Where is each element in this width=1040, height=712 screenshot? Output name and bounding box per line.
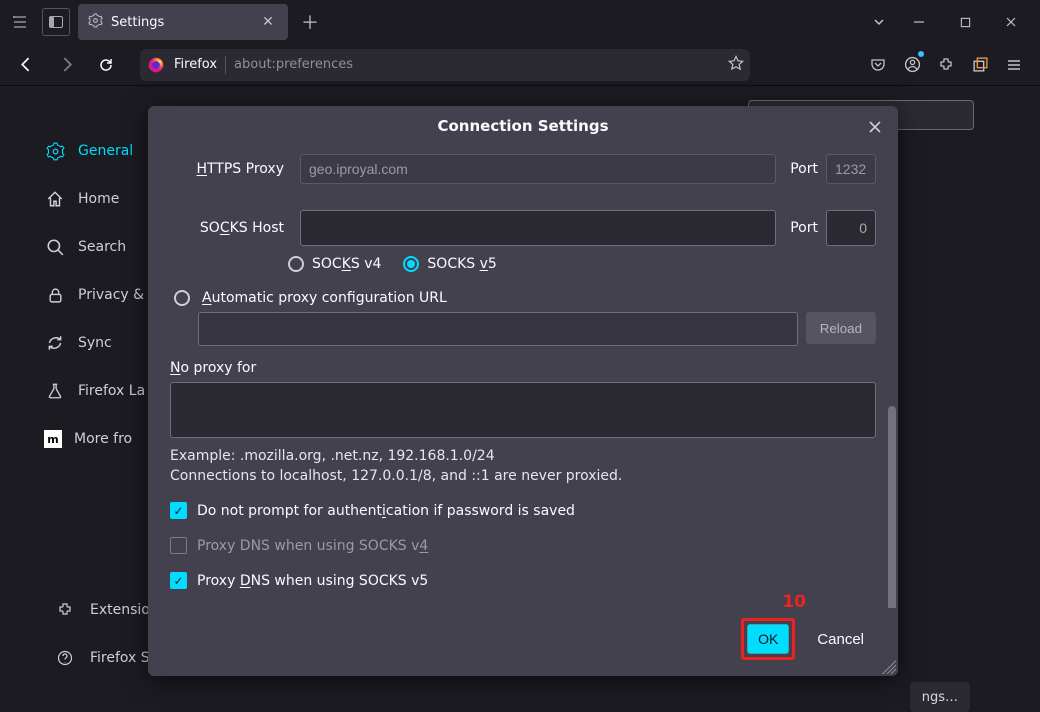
pocket-icon[interactable] xyxy=(862,49,894,81)
no-proxy-label: No proxy for xyxy=(170,360,876,376)
no-proxy-localhost-note: Connections to localhost, 127.0.0.1/8, a… xyxy=(170,468,876,484)
socks-v4-radio[interactable]: SOCKS v4 xyxy=(288,256,381,272)
dialog-title-bar: Connection Settings xyxy=(148,106,898,146)
reload-button[interactable] xyxy=(90,49,122,81)
app-menu-button[interactable] xyxy=(998,49,1030,81)
reload-pac-button[interactable]: Reload xyxy=(806,312,876,344)
socks-host-label: SOCKS Host xyxy=(182,220,292,236)
radio-label: SOCKS v4 xyxy=(312,256,381,272)
radio-label: SOCKS v5 xyxy=(427,256,496,272)
sidebar-item-label: Search xyxy=(78,239,126,255)
window-maximize-button[interactable] xyxy=(942,6,988,38)
checkbox-no-auth-prompt[interactable]: ✓ xyxy=(170,502,187,519)
socks-port-input[interactable] xyxy=(826,210,876,246)
sidebar-item-label: General xyxy=(78,143,133,159)
annotation-number: 10 xyxy=(782,592,806,612)
window-close-button[interactable] xyxy=(988,6,1034,38)
urlbar-browser-label: Firefox xyxy=(174,57,217,72)
new-tab-button[interactable]: ＋ xyxy=(296,8,324,36)
url-bar[interactable]: Firefox about:preferences xyxy=(140,49,750,81)
no-proxy-textarea[interactable] xyxy=(170,382,876,438)
home-icon xyxy=(44,188,66,210)
auto-proxy-radio[interactable] xyxy=(174,290,190,306)
account-icon[interactable] xyxy=(896,49,928,81)
urlbar-address: about:preferences xyxy=(234,57,353,72)
ok-button[interactable]: OK xyxy=(747,624,789,654)
auto-proxy-label: Automatic proxy configuration URL xyxy=(202,290,447,306)
search-icon xyxy=(44,236,66,258)
flask-icon xyxy=(44,380,66,402)
firefox-logo-icon xyxy=(146,55,166,75)
dialog-title: Connection Settings xyxy=(437,117,608,135)
port-label: Port xyxy=(790,161,818,177)
back-button[interactable] xyxy=(10,49,42,81)
dialog-close-button[interactable] xyxy=(864,116,886,138)
annotation-highlight: OK xyxy=(741,618,795,660)
gear-icon xyxy=(44,140,66,162)
sidebar-item-label: Privacy & xyxy=(78,287,144,303)
button-label-fragment: ngs… xyxy=(922,690,958,705)
scrollbar-thumb[interactable] xyxy=(888,406,896,608)
sidebar-item-label: Sync xyxy=(78,335,112,351)
urlbar-divider xyxy=(225,56,226,74)
notification-dot-icon xyxy=(918,51,924,57)
window-minimize-button[interactable] xyxy=(896,6,942,38)
sidebar-item-label: More fro xyxy=(74,431,132,447)
network-settings-button[interactable]: ngs… xyxy=(910,682,970,712)
checkbox-label: Do not prompt for authentication if pass… xyxy=(197,503,575,519)
https-proxy-input[interactable] xyxy=(300,154,776,184)
radio-off-icon xyxy=(288,256,304,272)
containers-icon[interactable] xyxy=(964,49,996,81)
bookmark-star-icon[interactable] xyxy=(728,55,744,75)
port-label: Port xyxy=(790,220,818,236)
checkbox-label: Proxy DNS when using SOCKS v5 xyxy=(197,573,428,589)
no-proxy-example: Example: .mozilla.org, .net.nz, 192.168.… xyxy=(170,448,876,464)
https-proxy-label: HTTPS Proxy xyxy=(182,161,292,177)
checkbox-label: Proxy DNS when using SOCKS v4 xyxy=(197,538,428,554)
extensions-icon xyxy=(54,599,76,621)
https-port-input[interactable] xyxy=(826,154,876,184)
sidebar-item-label: Home xyxy=(78,191,119,207)
tab-settings[interactable]: Settings ✕ xyxy=(78,4,288,40)
checkbox-dns-socks4[interactable] xyxy=(170,537,187,554)
mozilla-logo-icon: m xyxy=(44,430,62,448)
auto-proxy-url-input[interactable] xyxy=(198,312,798,346)
sidebar-item-label: Firefox La xyxy=(78,383,145,399)
socks-host-input[interactable] xyxy=(300,210,776,246)
radio-on-icon xyxy=(403,256,419,272)
checkbox-dns-socks5[interactable]: ✓ xyxy=(170,572,187,589)
tabs-dropdown-button[interactable] xyxy=(862,7,896,37)
cancel-button[interactable]: Cancel xyxy=(805,624,876,654)
socks-v5-radio[interactable]: SOCKS v5 xyxy=(403,256,496,272)
connection-settings-dialog: Connection Settings HTTPS Proxy Port SOC… xyxy=(148,106,898,676)
gear-icon xyxy=(88,13,103,32)
view-history-icon[interactable] xyxy=(6,8,34,36)
sync-icon xyxy=(44,332,66,354)
lock-icon xyxy=(44,284,66,306)
close-tab-button[interactable]: ✕ xyxy=(258,12,278,32)
tab-label: Settings xyxy=(111,15,164,30)
sidebar-toggle-icon[interactable] xyxy=(42,8,70,36)
extensions-icon[interactable] xyxy=(930,49,962,81)
resize-grip-icon[interactable] xyxy=(882,660,896,674)
forward-button[interactable] xyxy=(50,49,82,81)
help-icon xyxy=(54,647,76,669)
